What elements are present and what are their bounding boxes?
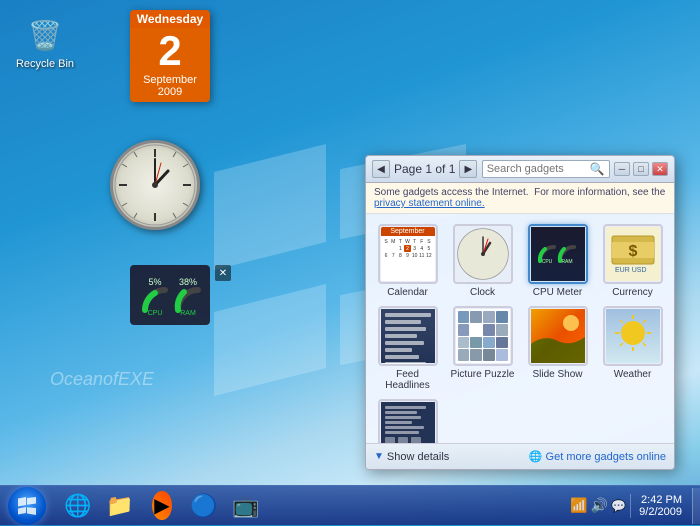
mediaplayer-icon: ▶ <box>152 491 171 520</box>
svg-text:$: $ <box>628 243 637 260</box>
panel-search-input[interactable] <box>487 163 587 175</box>
panel-close-btn[interactable]: ✕ <box>652 162 668 176</box>
get-more-label: Get more gadgets online <box>546 451 666 463</box>
tray-message-icon[interactable]: 💬 <box>611 499 626 513</box>
gadget-cpu[interactable]: CPU RAM CPU Meter <box>524 224 591 298</box>
show-details-label: Show details <box>387 451 449 463</box>
calendar-month: September 2009 <box>130 74 210 102</box>
gadget-calendar[interactable]: September SMTWTFS 12345 6789101112 Calen… <box>374 224 441 298</box>
panel-titlebar: ◀ Page 1 of 1 ▶ 🔍 ─ □ ✕ <box>366 156 674 183</box>
gadget-clock[interactable]: Clock <box>449 224 516 298</box>
cpu-meter-close-btn[interactable]: ✕ <box>215 265 231 281</box>
app4-icon: 🔵 <box>190 493 217 519</box>
gadgets-grid: September SMTWTFS 12345 6789101112 Calen… <box>366 214 674 443</box>
tray-icons: 📶 🔊 💬 <box>570 497 626 514</box>
taskbar: 🌐 📁 ▶ 🔵 📺 📶 🔊 💬 2:42 PM 9/2/2009 <box>0 485 700 525</box>
taskbar-explorer-btn[interactable]: 📁 <box>100 488 140 524</box>
watermark: OceanofEXE <box>50 369 154 390</box>
svg-text:RAM: RAM <box>180 310 196 317</box>
gadget-calendar-thumb: September SMTWTFS 12345 6789101112 <box>378 224 438 284</box>
gadget-currency[interactable]: $ EUR USD Currency <box>599 224 666 298</box>
gadget-puzzle[interactable]: Picture Puzzle <box>449 306 516 391</box>
gadget-weather-label: Weather <box>614 369 652 380</box>
panel-info-bar: Some gadgets access the Internet. For mo… <box>366 183 674 214</box>
panel-search-box[interactable]: 🔍 <box>482 160 610 178</box>
ie-icon: 🌐 <box>64 493 91 519</box>
svg-text:CPU: CPU <box>148 310 163 317</box>
panel-prev-btn[interactable]: ◀ <box>372 160 390 178</box>
svg-text:RAM: RAM <box>561 259 572 265</box>
earth-icon: 🌐 <box>529 450 543 463</box>
start-button[interactable] <box>0 486 54 526</box>
gadget-clock-thumb <box>453 224 513 284</box>
recycle-bin-label: Recycle Bin <box>16 58 74 70</box>
gadget-feed-label: Feed Headlines <box>374 369 441 391</box>
clock-date: 9/2/2009 <box>639 506 682 518</box>
gadget-calendar-label: Calendar <box>387 287 428 298</box>
tray-clock[interactable]: 2:42 PM 9/2/2009 <box>635 494 686 518</box>
calendar-widget[interactable]: Wednesday 2 September 2009 <box>130 10 210 102</box>
gadget-slideshow-label: Slide Show <box>532 369 582 380</box>
gadget-cpu-label: CPU Meter <box>533 287 582 298</box>
clock-face <box>110 140 200 230</box>
taskbar-ie-btn[interactable]: 🌐 <box>58 488 98 524</box>
show-details-arrow: ▼ <box>374 451 384 462</box>
calendar-header: Wednesday <box>130 10 210 28</box>
show-details-btn[interactable]: ▼ Show details <box>374 451 449 463</box>
show-desktop-btn[interactable] <box>692 488 700 524</box>
cpu-meter-svg: CPU RAM 5% 38% <box>130 265 210 325</box>
clock-svg <box>113 143 197 227</box>
calendar-day: 2 <box>130 28 210 74</box>
desktop: OceanofEXE 🗑️ Recycle Bin Wednesday 2 Se… <box>0 0 700 490</box>
taskbar-app4-btn[interactable]: 🔵 <box>184 488 224 524</box>
panel-minimize-btn[interactable]: ─ <box>614 162 630 176</box>
tray-divider <box>630 494 631 518</box>
cpu-meter-widget[interactable]: CPU RAM 5% 38% <box>130 265 210 325</box>
gadget-feed[interactable]: Feed Headlines <box>374 306 441 391</box>
privacy-link[interactable]: privacy statement online. <box>374 198 485 209</box>
panel-footer: ▼ Show details 🌐 Get more gadgets online <box>366 443 674 469</box>
panel-next-btn[interactable]: ▶ <box>459 160 477 178</box>
tray-sound-icon[interactable]: 🔊 <box>591 497 608 514</box>
gadget-puzzle-label: Picture Puzzle <box>451 369 515 380</box>
panel-maximize-btn[interactable]: □ <box>633 162 649 176</box>
app5-icon: 📺 <box>232 493 259 519</box>
taskbar-apps: 🌐 📁 ▶ 🔵 📺 <box>54 486 270 525</box>
tray-network-icon[interactable]: 📶 <box>570 497 587 514</box>
start-orb <box>8 487 46 525</box>
gadget-slideshow[interactable]: Slide Show <box>524 306 591 391</box>
recycle-bin-image: 🗑️ <box>25 15 65 55</box>
clock-time: 2:42 PM <box>641 494 682 506</box>
panel-nav: ◀ Page 1 of 1 ▶ <box>372 160 477 178</box>
panel-page-info: Page 1 of 1 <box>394 162 455 176</box>
clock-thumb-svg <box>456 227 510 281</box>
gadget-currency-thumb: $ EUR USD <box>603 224 663 284</box>
gadget-slideshow-thumb <box>528 306 588 366</box>
gadget-puzzle-thumb <box>453 306 513 366</box>
search-icon: 🔍 <box>590 162 605 176</box>
svg-text:5%: 5% <box>148 277 161 287</box>
gadget-feed-thumb <box>378 306 438 366</box>
windows-logo-icon <box>17 496 37 516</box>
gadget-cpu-thumb: CPU RAM <box>528 224 588 284</box>
gadgets-panel: ◀ Page 1 of 1 ▶ 🔍 ─ □ ✕ Some gadgets acc… <box>365 155 675 470</box>
gadget-weather-thumb <box>603 306 663 366</box>
gadget-currency-label: Currency <box>612 287 653 298</box>
gadget-clock-label: Clock <box>470 287 495 298</box>
taskbar-app5-btn[interactable]: 📺 <box>226 488 266 524</box>
taskbar-mediaplayer-btn[interactable]: ▶ <box>142 488 182 524</box>
svg-text:38%: 38% <box>179 277 197 287</box>
get-more-gadgets-link[interactable]: 🌐 Get more gadgets online <box>529 450 666 463</box>
recycle-bin-icon[interactable]: 🗑️ Recycle Bin <box>10 15 80 70</box>
gadget-media-thumb <box>378 399 438 443</box>
svg-text:CPU: CPU <box>541 259 552 265</box>
svg-text:EUR USD: EUR USD <box>615 267 647 274</box>
gadget-weather[interactable]: Weather <box>599 306 666 391</box>
explorer-icon: 📁 <box>106 493 133 519</box>
panel-window-controls: ─ □ ✕ <box>614 162 668 176</box>
gadget-media[interactable]: Windows Media... <box>374 399 441 443</box>
clock-widget[interactable] <box>110 140 200 230</box>
taskbar-tray: 📶 🔊 💬 2:42 PM 9/2/2009 <box>564 486 692 525</box>
